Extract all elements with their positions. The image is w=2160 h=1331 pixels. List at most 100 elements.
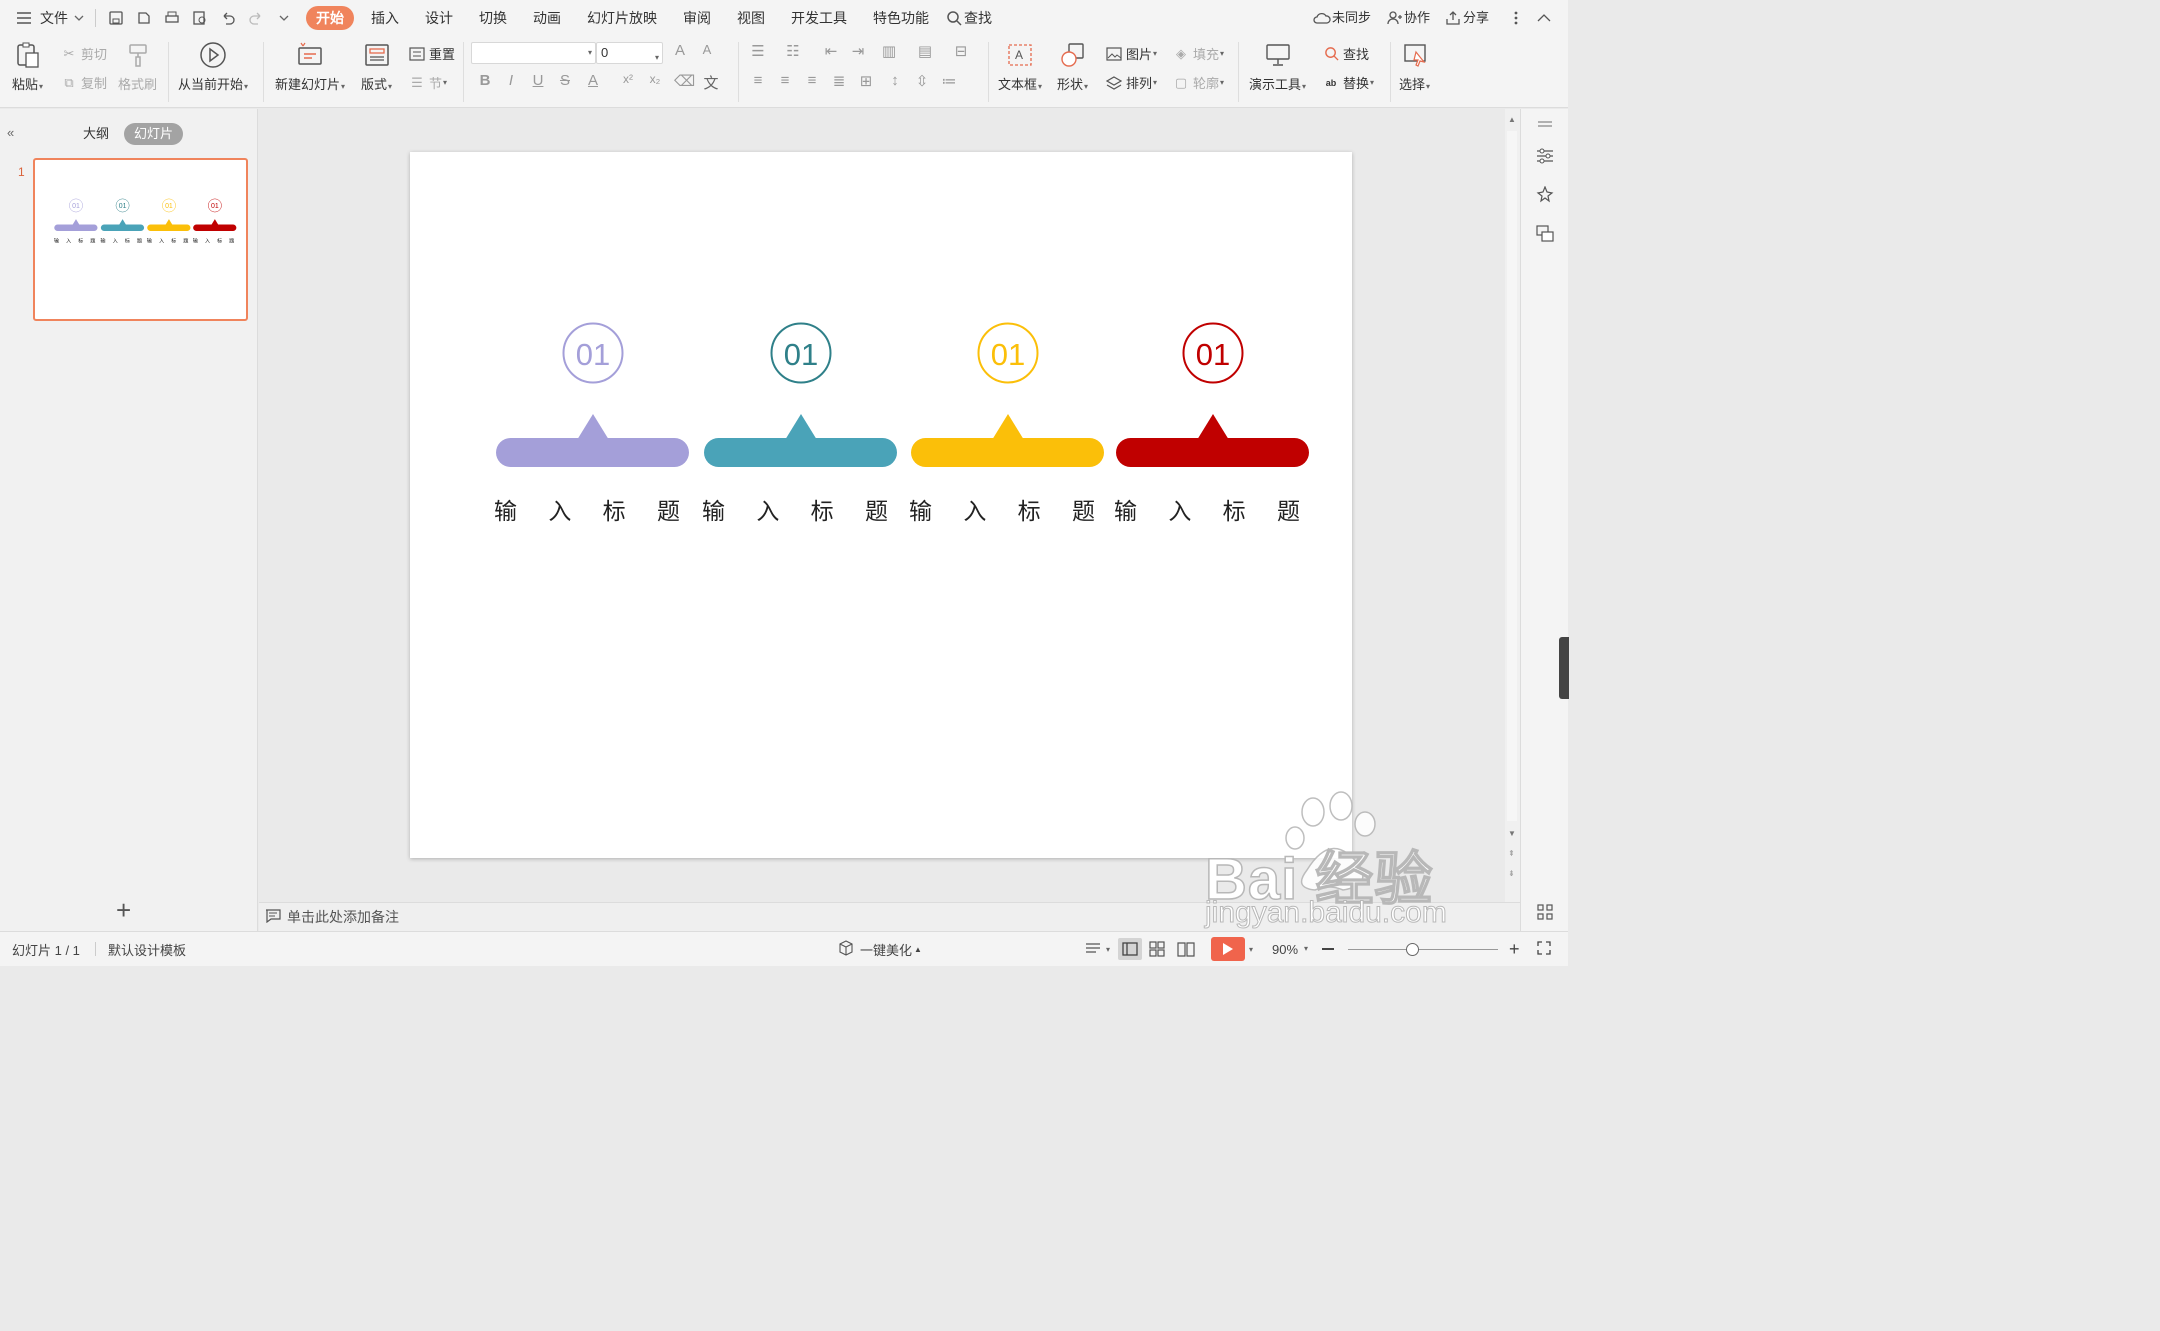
align-left-icon[interactable]: ≡ (748, 72, 768, 89)
search-icon[interactable] (944, 8, 964, 28)
scroll-down-icon[interactable]: ▼ (1508, 829, 1516, 838)
zoom-in-icon[interactable]: + (1509, 940, 1520, 958)
arrange-button[interactable]: 排列 ▾ (1105, 73, 1157, 92)
redo-icon[interactable] (246, 8, 266, 28)
print-icon[interactable] (162, 8, 182, 28)
tab-transition[interactable]: 切换 (470, 6, 516, 30)
clear-format-icon[interactable]: ⌫ (674, 72, 695, 90)
tab-home[interactable]: 开始 (306, 6, 354, 30)
cloud-sync-icon[interactable] (1312, 8, 1332, 28)
copy-button[interactable]: ⧉ 复制 (60, 73, 107, 92)
zoom-out-icon[interactable] (1322, 948, 1334, 950)
vertical-scrollbar[interactable]: ▲ ▼ ⇞ ⇟ (1505, 109, 1520, 902)
slide-canvas[interactable]: 01 输 入 标 题 01 输 入 标 题 01 输 入 标 题 01 输 入 标 题 (410, 152, 1352, 858)
shape-button[interactable]: 形状▾ (1057, 40, 1088, 93)
sorter-view-icon[interactable] (1149, 932, 1165, 966)
superscript-icon[interactable]: x² (618, 72, 638, 86)
decrease-font-icon[interactable]: A (697, 42, 717, 57)
collapse-icon[interactable] (1534, 113, 1556, 135)
side-handle[interactable] (1559, 637, 1569, 699)
save-icon[interactable] (106, 8, 126, 28)
file-menu[interactable]: 文件 (38, 6, 77, 30)
collaborate-button[interactable]: 协作 (1404, 6, 1439, 30)
picture-button[interactable]: 图片 ▾ (1105, 44, 1157, 63)
fit-window-icon[interactable] (1537, 941, 1551, 958)
reset-button[interactable]: 重置 (408, 44, 455, 63)
normal-view-icon[interactable] (1118, 932, 1142, 966)
properties-icon[interactable] (1534, 145, 1556, 167)
tab-outline[interactable]: 大纲 (73, 123, 119, 145)
tab-review[interactable]: 审阅 (674, 6, 720, 30)
increase-font-icon[interactable]: A (670, 42, 690, 59)
zoom-slider[interactable] (1348, 943, 1498, 956)
zoom-level[interactable]: 90% (1272, 932, 1298, 966)
bullet-list-icon[interactable]: ☰ (748, 42, 768, 60)
font-family-select[interactable]: ▾ (471, 42, 596, 64)
numbered-list-icon[interactable]: ☷ (783, 42, 803, 60)
zoom-dropdown-icon[interactable]: ▾ (1304, 944, 1308, 953)
text-effect-icon[interactable]: 文 (701, 72, 721, 93)
decrease-indent-icon[interactable]: ⇤ (821, 42, 841, 60)
paste-button[interactable]: 粘贴▾ (12, 40, 43, 93)
zoom-slider-thumb[interactable] (1406, 943, 1419, 956)
next-slide-icon[interactable]: ⇟ (1508, 869, 1515, 878)
tab-design[interactable]: 设计 (416, 6, 462, 30)
share-icon[interactable] (1443, 8, 1463, 28)
animation-pane-icon[interactable] (1534, 184, 1556, 206)
tab-insert[interactable]: 插入 (362, 6, 408, 30)
section-button[interactable]: ☰ 节 ▾ (408, 73, 447, 92)
hamburger-menu-icon[interactable] (14, 8, 34, 28)
new-slide-button[interactable]: 新建幻灯片▾ (275, 40, 345, 93)
align-text-icon[interactable]: ⊟ (951, 42, 971, 60)
notes-toggle-icon[interactable]: ▾ (1085, 932, 1110, 966)
cut-button[interactable]: ✂ 剪切 (60, 44, 107, 63)
print-preview-icon[interactable] (190, 8, 210, 28)
notes-bar[interactable]: 单击此处添加备注 (259, 902, 1520, 931)
export-icon[interactable] (134, 8, 154, 28)
find-button[interactable]: 查找 (1322, 44, 1369, 63)
template-name[interactable]: 默认设计模板 (108, 932, 186, 966)
justify-icon[interactable]: ≣ (829, 72, 849, 90)
distribute-icon[interactable]: ⊞ (856, 72, 876, 90)
paragraph-spacing-icon[interactable]: ⇳ (912, 72, 932, 90)
beautify-button[interactable]: 一键美化 ▲ (838, 932, 922, 966)
collapse-ribbon-icon[interactable] (1534, 8, 1554, 28)
play-slideshow-button[interactable]: ▾ (1211, 932, 1253, 966)
strikethrough-icon[interactable]: S (555, 72, 575, 89)
bold-icon[interactable]: B (475, 72, 495, 89)
transition-pane-icon[interactable] (1534, 223, 1556, 245)
customize-toolbar-icon[interactable] (274, 8, 294, 28)
collapse-panel-icon[interactable]: « (7, 125, 14, 140)
tab-developer[interactable]: 开发工具 (782, 6, 856, 30)
sync-status[interactable]: 未同步 (1332, 6, 1380, 30)
search-label[interactable]: 查找 (964, 6, 1001, 30)
text-direction-icon[interactable]: ▤ (915, 42, 935, 60)
select-button[interactable]: 选择▾ (1399, 40, 1430, 93)
slide-thumbnail[interactable]: 01 输 入 标 题 01 输 入 标 题 01 输 入 标 题 01 输 入 标 题 (33, 158, 248, 321)
prev-slide-icon[interactable]: ⇞ (1508, 849, 1515, 858)
layout-button[interactable]: 版式▾ (361, 40, 392, 93)
textbox-button[interactable]: A 文本框▾ (998, 40, 1042, 93)
italic-icon[interactable]: I (501, 72, 521, 89)
subscript-icon[interactable]: x₂ (645, 72, 665, 86)
line-spacing-icon[interactable]: ↕ (885, 72, 905, 89)
tab-slideshow[interactable]: 幻灯片放映 (578, 6, 666, 30)
fill-button[interactable]: ◈ 填充 ▾ (1172, 44, 1224, 63)
play-from-current-button[interactable]: 从当前开始▾ (178, 40, 248, 93)
tab-view[interactable]: 视图 (728, 6, 774, 30)
outline-button[interactable]: ▢ 轮廓 ▾ (1172, 73, 1224, 92)
increase-indent-icon[interactable]: ⇥ (848, 42, 868, 60)
scroll-up-icon[interactable]: ▲ (1508, 115, 1516, 124)
add-slide-button[interactable]: + (116, 897, 131, 923)
share-button[interactable]: 分享 (1463, 6, 1498, 30)
chevron-down-icon[interactable] (73, 8, 85, 28)
collaborate-icon[interactable] (1384, 8, 1404, 28)
format-painter-button[interactable]: 格式刷 (118, 40, 157, 93)
undo-icon[interactable] (218, 8, 238, 28)
scroll-thumb[interactable] (1507, 131, 1517, 821)
align-center-icon[interactable]: ≡ (775, 72, 795, 89)
font-color-icon[interactable]: A (583, 72, 603, 89)
underline-icon[interactable]: U (528, 72, 548, 89)
paragraph-settings-icon[interactable]: ≔ (939, 72, 959, 90)
presenter-tools-button[interactable]: 演示工具▾ (1249, 40, 1306, 93)
